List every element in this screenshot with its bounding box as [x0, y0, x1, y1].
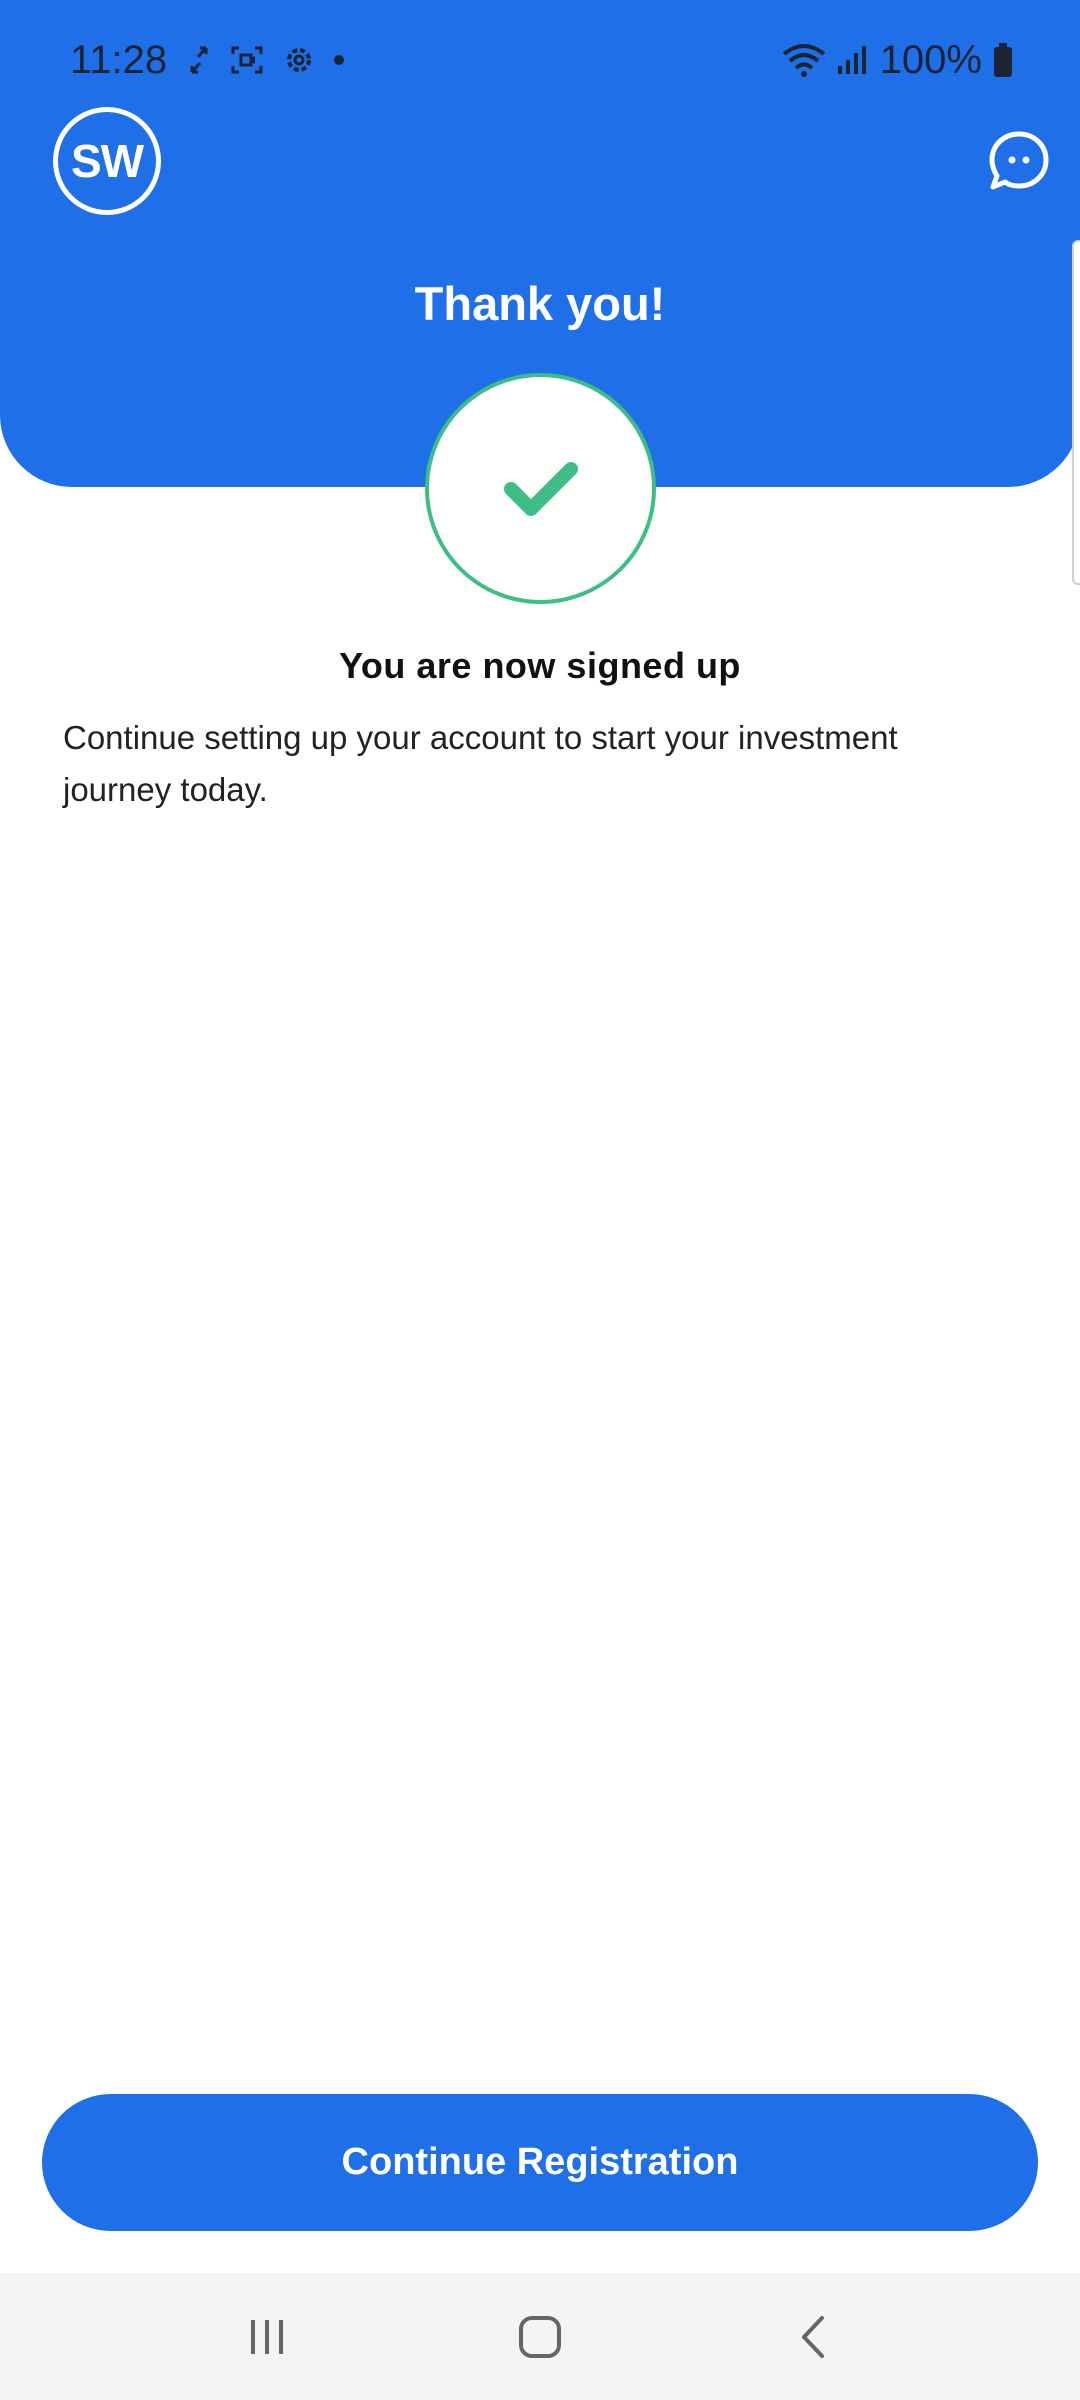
signed-up-heading: You are now signed up	[339, 645, 741, 686]
back-arrow-icon	[802, 2315, 825, 2358]
wifi-icon	[782, 44, 825, 77]
home-icon	[518, 2315, 561, 2358]
recent-apps-button[interactable]	[222, 2292, 312, 2382]
status-time: 11:28	[70, 38, 168, 82]
screen: 11:28 100% SW Thank you! You are now sig…	[0, 0, 1080, 2400]
back-button[interactable]	[768, 2292, 858, 2382]
chat-bubble-icon	[989, 131, 1049, 190]
signed-up-description: Continue setting up your account to star…	[63, 719, 898, 808]
scroll-indicator	[1072, 240, 1080, 585]
header-title: Thank you!	[414, 277, 666, 330]
notification-dot-icon	[334, 55, 344, 65]
settings-gear-icon	[287, 48, 311, 72]
battery-percentage: 100%	[879, 38, 982, 82]
status-bar: 11:28 100%	[0, 0, 1080, 120]
chat-button[interactable]	[988, 130, 1050, 192]
continue-registration-button[interactable]: Continue Registration	[42, 2094, 1038, 2231]
app-logo[interactable]: SW	[53, 107, 161, 215]
logo-text: SW	[70, 135, 144, 187]
home-button[interactable]	[495, 2292, 585, 2382]
signal-icon	[837, 46, 866, 74]
status-icons-left	[186, 40, 344, 80]
system-nav-bar	[0, 2273, 1080, 2400]
recent-apps-icon	[250, 2319, 283, 2354]
status-icons-right: 100%	[782, 34, 1014, 86]
success-badge	[425, 373, 656, 604]
screen-record-icon	[231, 46, 263, 74]
sync-arrows-icon	[190, 46, 208, 74]
checkmark-icon	[503, 461, 578, 516]
battery-icon	[994, 43, 1012, 77]
